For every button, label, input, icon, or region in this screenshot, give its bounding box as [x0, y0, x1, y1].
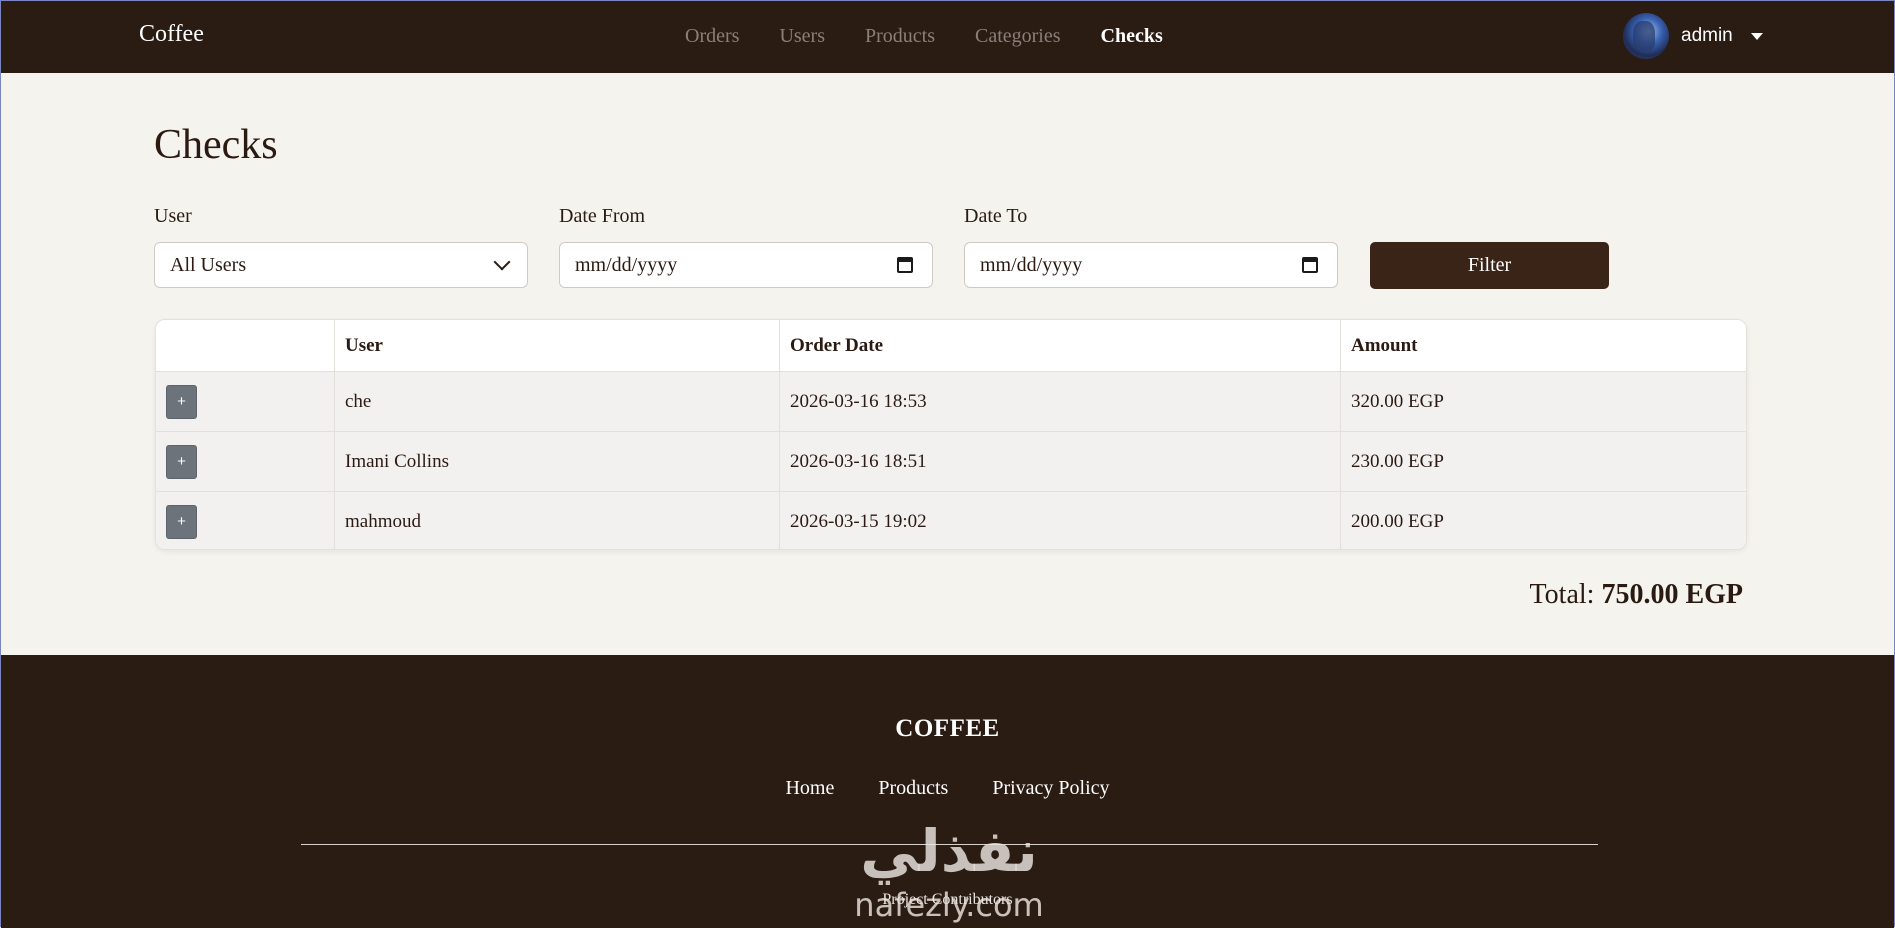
table-cell-expand: +: [156, 491, 335, 549]
table-cell-amount: 320.00 EGP: [1340, 371, 1746, 432]
user-menu-toggle[interactable]: admin: [1623, 13, 1763, 59]
calendar-icon[interactable]: [1302, 257, 1318, 273]
table-cell-expand: +: [156, 371, 335, 432]
table-row: + che 2026-03-16 18:53 320.00 EGP: [156, 371, 1746, 432]
table-cell-expand: +: [156, 431, 335, 492]
table-cell-user: che: [334, 371, 780, 432]
nav-link-categories[interactable]: Categories: [975, 25, 1061, 48]
chevron-down-icon: [493, 253, 511, 271]
table-cell-date: 2026-03-16 18:51: [779, 431, 1341, 492]
user-filter-label: User: [154, 205, 192, 227]
navbar-brand[interactable]: Coffee: [139, 21, 204, 48]
date-from-placeholder: mm/dd/yyyy: [575, 253, 678, 276]
footer-brand: COFFEE: [895, 715, 1000, 742]
footer-link-home[interactable]: Home: [785, 777, 834, 800]
footer-links: Home Products Privacy Policy: [1, 777, 1894, 800]
date-from-input[interactable]: mm/dd/yyyy: [559, 242, 933, 288]
footer-divider: [301, 844, 1598, 845]
table-header-order-date: Order Date: [779, 320, 1341, 372]
username: admin: [1681, 25, 1733, 46]
page-title: Checks: [154, 122, 278, 168]
caret-down-icon: [1750, 32, 1763, 40]
footer-link-privacy-policy[interactable]: Privacy Policy: [992, 777, 1109, 800]
nav-links: Orders Users Products Categories Checks: [685, 25, 1163, 48]
navbar: Coffee Orders Users Products Categories …: [1, 1, 1894, 73]
footer-link-products[interactable]: Products: [878, 777, 948, 800]
total-summary: Total: 750.00 EGP: [1530, 579, 1743, 611]
date-to-input[interactable]: mm/dd/yyyy: [964, 242, 1338, 288]
footer-contributors: Project Contributors: [882, 891, 1013, 908]
table-header-row: User Order Date Amount: [156, 320, 1746, 372]
date-to-label: Date To: [964, 205, 1028, 227]
table-cell-date: 2026-03-15 19:02: [779, 491, 1341, 549]
table-cell-amount: 230.00 EGP: [1340, 431, 1746, 492]
nav-link-users[interactable]: Users: [779, 25, 825, 48]
avatar: [1623, 13, 1669, 59]
table-header-amount: Amount: [1340, 320, 1746, 372]
table-cell-date: 2026-03-16 18:53: [779, 371, 1341, 432]
total-label: Total:: [1529, 579, 1595, 610]
user-select[interactable]: All Users: [154, 242, 528, 288]
user-select-value: All Users: [170, 253, 247, 276]
nav-link-checks[interactable]: Checks: [1101, 25, 1163, 48]
calendar-icon[interactable]: [897, 257, 913, 273]
table-row: + Imani Collins 2026-03-16 18:51 230.00 …: [156, 431, 1746, 492]
filter-button[interactable]: Filter: [1370, 242, 1609, 289]
table-row: + mahmoud 2026-03-15 19:02 200.00 EGP: [156, 491, 1746, 549]
nav-link-orders[interactable]: Orders: [685, 25, 739, 48]
checks-table: User Order Date Amount + che 2026-03-16 …: [155, 319, 1747, 550]
total-value: 750.00 EGP: [1601, 579, 1743, 610]
table-header-user: User: [334, 320, 780, 372]
expand-row-button[interactable]: +: [166, 504, 197, 539]
table-header-expand: [156, 320, 335, 372]
table-cell-user: mahmoud: [334, 491, 780, 549]
footer: COFFEE Home Products Privacy Policy Proj…: [1, 655, 1894, 928]
nav-link-products[interactable]: Products: [865, 25, 935, 48]
expand-row-button[interactable]: +: [166, 384, 197, 419]
table-cell-user: Imani Collins: [334, 431, 780, 492]
table-cell-amount: 200.00 EGP: [1340, 491, 1746, 549]
expand-row-button[interactable]: +: [166, 444, 197, 479]
date-from-label: Date From: [559, 205, 646, 227]
date-to-placeholder: mm/dd/yyyy: [980, 253, 1083, 276]
